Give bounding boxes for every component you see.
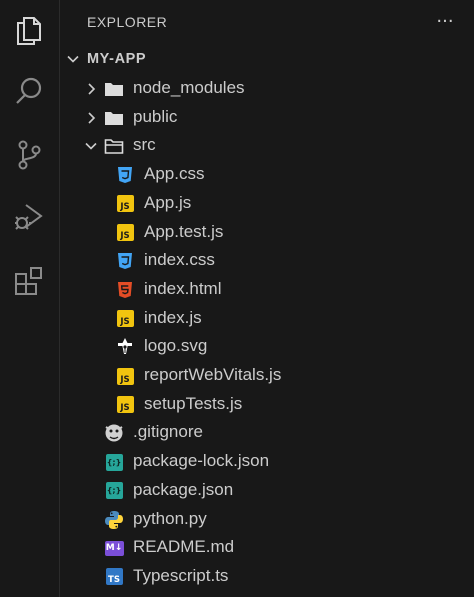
js-icon: JS — [115, 223, 135, 243]
tree-file[interactable]: TS Typescript.ts — [60, 563, 474, 592]
tree-file[interactable]: App.css — [60, 161, 474, 190]
tree-item-label: node_modules — [133, 78, 245, 97]
folder-icon — [104, 79, 124, 99]
activity-bar — [0, 0, 60, 597]
tree-item-label: setupTests.js — [144, 393, 243, 413]
tree-file[interactable]: JS App.js — [60, 190, 474, 219]
tree-file[interactable]: index.html — [60, 276, 474, 305]
tree-item-label: App.css — [144, 164, 205, 184]
tree-item-label: README.md — [133, 537, 235, 557]
css-icon — [115, 165, 135, 185]
tree-item-label: python.py — [133, 508, 207, 528]
chevron-down-icon — [67, 55, 79, 63]
tree-file[interactable]: JS setupTests.js — [60, 391, 474, 420]
workspace-section-header[interactable]: MY-APP — [60, 47, 474, 73]
python-icon — [104, 510, 124, 530]
source-control-icon[interactable] — [8, 134, 50, 176]
js-icon: JS — [115, 366, 135, 386]
tree-file[interactable]: JS index.js — [60, 305, 474, 334]
workspace-title: MY-APP — [87, 51, 147, 67]
html-icon — [115, 280, 135, 300]
tree-file[interactable]: python.py — [60, 506, 474, 535]
tree-file[interactable]: {;} package-lock.json — [60, 448, 474, 477]
run-debug-icon[interactable] — [8, 196, 50, 238]
more-actions-icon: ··· — [436, 10, 454, 32]
tree-folder[interactable]: src — [60, 132, 474, 161]
folder-open-icon — [104, 136, 124, 156]
chevron-right-icon — [88, 112, 96, 124]
tree-file[interactable]: JS App.test.js — [60, 219, 474, 248]
chevron-down-icon — [85, 143, 97, 151]
css-icon — [115, 251, 135, 271]
tree-item-label: logo.svg — [144, 336, 208, 356]
tree-item-label: reportWebVitals.js — [144, 365, 282, 384]
tree-file[interactable]: M↓ README.md — [60, 534, 474, 563]
tree-item-label: public — [133, 106, 178, 126]
explorer-title: EXPLORER — [87, 14, 168, 30]
tree-folder[interactable]: node_modules — [60, 75, 474, 104]
tree-item-label: package.json — [133, 479, 234, 499]
folder-icon — [104, 108, 124, 128]
json-icon: {;} — [104, 452, 124, 472]
more-actions-button[interactable]: ··· — [432, 8, 458, 34]
js-icon: JS — [115, 309, 135, 329]
tree-item-label: index.css — [144, 250, 215, 270]
explorer-icon[interactable] — [8, 10, 50, 52]
tree-file[interactable]: {;} package.json — [60, 477, 474, 506]
tree-item-label: App.test.js — [144, 221, 224, 241]
typescript-icon: TS — [104, 567, 124, 587]
tree-item-label: App.js — [144, 192, 192, 212]
svg-icon — [115, 337, 135, 357]
search-icon[interactable] — [8, 70, 50, 112]
js-icon: JS — [115, 194, 135, 214]
tree-item-label: Typescript.ts — [133, 565, 229, 585]
extensions-icon[interactable] — [8, 260, 50, 302]
tree-folder[interactable]: public — [60, 104, 474, 133]
tree-item-label: package-lock.json — [133, 451, 270, 471]
js-icon: JS — [115, 395, 135, 415]
chevron-right-icon — [88, 83, 96, 95]
explorer-header: EXPLORER ··· — [60, 0, 474, 44]
json-icon: {;} — [104, 481, 124, 501]
tree-item-label: index.js — [144, 307, 202, 327]
markdown-icon: M↓ — [104, 538, 124, 558]
tree-file[interactable]: JS reportWebVitals.js — [60, 362, 474, 391]
explorer-sidebar: EXPLORER ··· MY-APP node_modulespublic sr… — [60, 0, 474, 597]
tree-item-label: src — [133, 135, 156, 155]
tree-file[interactable]: logo.svg — [60, 333, 474, 362]
tree-item-label: .gitignore — [133, 422, 203, 442]
tree-file[interactable]: .gitignore — [60, 419, 474, 448]
git-icon — [104, 423, 124, 443]
tree-file[interactable]: index.css — [60, 247, 474, 276]
tree-item-label: index.html — [144, 278, 222, 298]
